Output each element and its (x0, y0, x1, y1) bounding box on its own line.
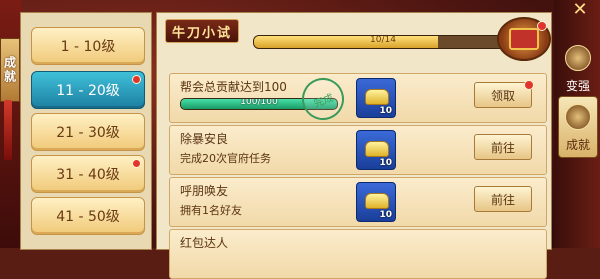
tab-label: 11 - 20级 (56, 83, 120, 99)
achievement-name: 帮会总贡献达到100 (180, 80, 287, 94)
right-side-menu: 变强 成就 (554, 0, 600, 248)
chest-body (509, 28, 539, 50)
reward-gold-ingot[interactable]: 10 (356, 78, 396, 118)
notification-dot (537, 21, 547, 31)
tab-level-1-10[interactable]: 1 - 10级 (31, 27, 145, 65)
achievement-desc: 完成20次官府任务 (180, 152, 271, 165)
achievement-name: 红包达人 (180, 236, 229, 250)
stage-badge: 牛刀小试 (165, 19, 239, 43)
achievement-name: 除暴安良 (180, 132, 229, 146)
tab-label: 31 - 40级 (56, 167, 120, 183)
notification-dot (132, 75, 141, 84)
gold-ingot-icon (365, 141, 389, 157)
achievement-row: 除暴安良 完成20次官府任务 10 前往 (169, 125, 547, 175)
tab-label: 1 - 10级 (60, 39, 116, 55)
stage-progress-bar: 10/14 (253, 35, 513, 49)
tab-level-21-30[interactable]: 21 - 30级 (31, 113, 145, 151)
notification-dot (524, 80, 534, 90)
tassel-ornament (4, 100, 12, 160)
side-button-label: 成就 (565, 138, 590, 152)
reward-count: 10 (379, 210, 392, 220)
side-button-strengthen[interactable]: 变强 (558, 36, 598, 98)
goto-button[interactable]: 前往 (474, 186, 532, 212)
button-label: 前往 (490, 140, 515, 155)
achievement-panel: 牛刀小试 10/14 帮会总贡献达到100 100/100 完成 10 领取 除… (156, 12, 552, 279)
reward-gold-ingot[interactable]: 10 (356, 130, 396, 170)
gold-ingot-icon (365, 193, 389, 209)
button-label: 领取 (490, 88, 515, 103)
goto-button[interactable]: 前往 (474, 134, 532, 160)
fist-icon (565, 45, 591, 71)
button-label: 前往 (490, 192, 515, 207)
achievement-name: 呼朋唤友 (180, 184, 229, 198)
achievement-row: 呼朋唤友 拥有1名好友 10 前往 (169, 177, 547, 227)
treasure-chest-icon[interactable] (497, 17, 551, 61)
reward-gold-ingot[interactable]: 10 (356, 182, 396, 222)
gold-ingot-icon (365, 89, 389, 105)
reward-count: 10 (379, 106, 392, 116)
achievement-row: 红包达人 (169, 229, 547, 279)
side-button-label: 变强 (565, 79, 590, 93)
claim-button[interactable]: 领取 (474, 80, 534, 108)
side-title-tag: 成就 (0, 38, 20, 102)
mask-icon (565, 104, 591, 130)
side-button-achievement[interactable]: 成就 (558, 96, 598, 158)
tab-label: 21 - 30级 (56, 125, 120, 141)
achievement-row: 帮会总贡献达到100 100/100 完成 10 领取 (169, 72, 547, 126)
notification-dot (132, 159, 141, 168)
stage-progress-text: 10/14 (370, 35, 396, 45)
tab-level-11-20[interactable]: 11 - 20级 (31, 71, 145, 109)
achievement-desc: 拥有1名好友 (180, 204, 242, 217)
close-icon[interactable]: ✕ (566, 0, 594, 20)
reward-count: 10 (379, 158, 392, 168)
tab-level-41-50[interactable]: 41 - 50级 (31, 197, 145, 235)
completed-stamp-icon: 完成 (296, 72, 350, 126)
tab-level-31-40[interactable]: 31 - 40级 (31, 155, 145, 193)
tab-label: 41 - 50级 (56, 209, 120, 225)
level-tab-column: 1 - 10级 11 - 20级 21 - 30级 31 - 40级 41 - … (20, 12, 152, 250)
